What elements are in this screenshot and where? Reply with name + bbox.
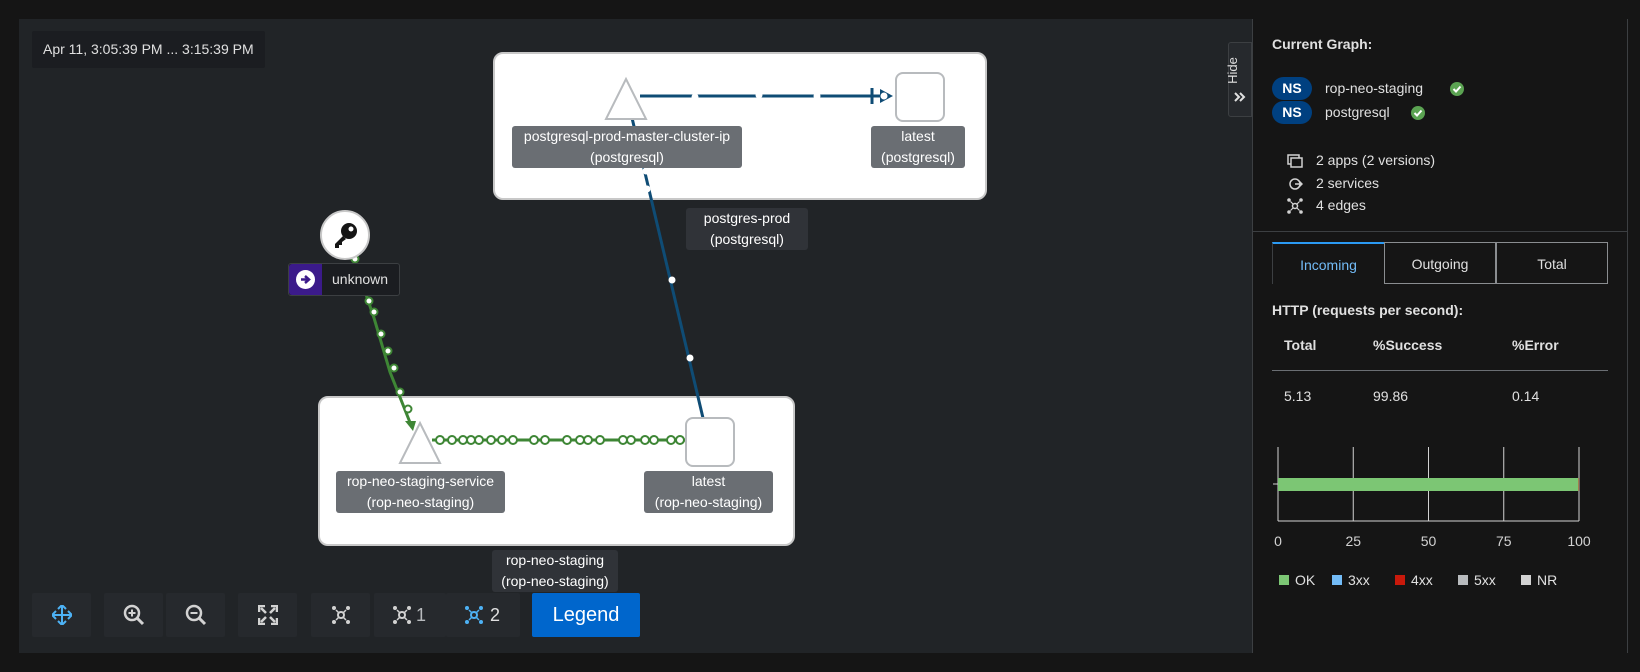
move-icon: [52, 605, 72, 625]
value-total: 5.13: [1284, 388, 1312, 404]
workload-node-rop-neo-staging[interactable]: [685, 417, 735, 467]
postgres-service-label[interactable]: postgresql-prod-master-cluster-ip (postg…: [512, 126, 742, 168]
3xx-swatch: [1332, 575, 1342, 585]
layout-1-button[interactable]: 1: [374, 593, 446, 637]
side-panel: Current Graph: NS rop-neo-staging NS pos…: [1252, 19, 1628, 653]
unknown-label: unknown: [332, 271, 389, 287]
panel-divider: [1253, 231, 1627, 232]
namespace-row[interactable]: NS postgresql: [1272, 101, 1472, 125]
legend-button[interactable]: Legend: [532, 593, 640, 637]
layout-1-count: 1: [416, 605, 427, 625]
pan-button[interactable]: [32, 593, 91, 637]
4xx-swatch: [1395, 575, 1405, 585]
legend-5xx: 5xx: [1458, 572, 1496, 588]
legend-4xx: 4xx: [1395, 572, 1433, 588]
layout-2-count: 2: [490, 605, 501, 625]
postgres-app-label[interactable]: postgres-prod (postgresql): [686, 208, 808, 250]
key-icon: [335, 223, 357, 248]
arrow-right-circle-icon: [296, 270, 315, 289]
ns-badge: NS: [1272, 77, 1312, 100]
service-node-rop-neo-staging[interactable]: [397, 420, 443, 466]
edge-traffic-dots: [628, 136, 694, 362]
legend-ok: OK: [1279, 572, 1315, 588]
service-icon: [1289, 178, 1303, 190]
nr-swatch: [1521, 575, 1531, 585]
layout-default-button[interactable]: [311, 593, 370, 637]
legend-3xx: 3xx: [1332, 572, 1370, 588]
ok-swatch: [1279, 575, 1289, 585]
header-error: %Error: [1512, 337, 1559, 353]
check-circle-icon: [1411, 106, 1425, 120]
workload-node-postgresql[interactable]: [895, 72, 945, 122]
chart-tick-label: 0: [1274, 533, 1282, 549]
chart-tick-label: 25: [1345, 533, 1361, 549]
legend-nr: NR: [1521, 572, 1557, 588]
topology-icon: [332, 606, 350, 624]
header-total: Total: [1284, 337, 1317, 353]
unknown-badge: [289, 264, 322, 295]
chart-bar-4xx: [1578, 478, 1580, 491]
topology-icon: [393, 606, 411, 624]
neo-service-label[interactable]: rop-neo-staging-service (rop-neo-staging…: [336, 471, 505, 513]
http-traffic-chart: 0 25 50 75 100: [1273, 447, 1591, 549]
zoom-out-button[interactable]: [166, 593, 225, 637]
service-node-postgresql[interactable]: [603, 76, 649, 122]
value-error: 0.14: [1512, 388, 1540, 404]
zoom-out-icon: [185, 604, 207, 626]
chart-tick-label: 50: [1421, 533, 1437, 549]
applications-icon: [1287, 154, 1303, 168]
tab-incoming[interactable]: Incoming: [1272, 242, 1384, 284]
tab-outgoing[interactable]: Outgoing: [1384, 242, 1496, 284]
zoom-in-icon: [123, 604, 145, 626]
current-graph-title: Current Graph:: [1272, 36, 1373, 52]
postgres-workload-label[interactable]: latest (postgresql): [871, 126, 965, 168]
neo-app-label[interactable]: rop-neo-staging (rop-neo-staging): [492, 550, 618, 592]
fit-to-screen-button[interactable]: [238, 593, 297, 637]
table-header-divider: [1272, 370, 1608, 371]
check-circle-icon: [1450, 82, 1464, 96]
chart-bar-ok: [1278, 478, 1579, 491]
http-title: HTTP (requests per second):: [1272, 302, 1464, 318]
unknown-node-label[interactable]: unknown: [288, 263, 400, 296]
unknown-node[interactable]: [320, 210, 370, 260]
namespace-row[interactable]: NS rop-neo-staging: [1272, 77, 1472, 101]
ns-badge: NS: [1272, 101, 1312, 124]
header-success: %Success: [1373, 337, 1443, 353]
layout-2-button[interactable]: 2: [446, 593, 520, 637]
topology-icon: [1287, 198, 1303, 214]
topology-icon: [465, 606, 483, 624]
double-chevron-right-icon: [1234, 92, 1246, 102]
namespace-name: rop-neo-staging: [1325, 80, 1424, 96]
neo-workload-label[interactable]: latest (rop-neo-staging): [644, 471, 773, 513]
5xx-swatch: [1458, 575, 1468, 585]
zoom-in-button[interactable]: [104, 593, 163, 637]
value-success: 99.86: [1373, 388, 1409, 404]
tab-total[interactable]: Total: [1496, 242, 1608, 284]
hide-label: Hide: [1224, 57, 1240, 84]
expand-icon: [258, 605, 278, 625]
namespace-name: postgresql: [1325, 104, 1390, 120]
chart-tick-label: 75: [1496, 533, 1512, 549]
chart-tick-label: 100: [1567, 533, 1591, 549]
hide-panel-button[interactable]: Hide: [1224, 42, 1252, 117]
